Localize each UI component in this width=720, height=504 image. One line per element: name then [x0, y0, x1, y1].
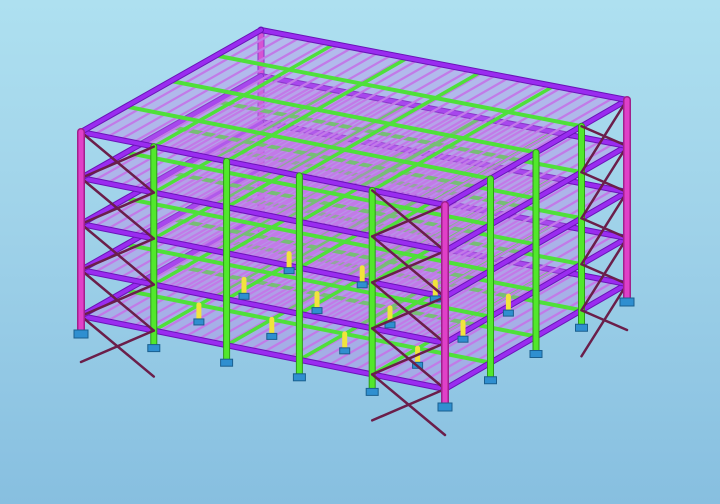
base-plate: [220, 358, 234, 367]
base-plate: [283, 267, 295, 275]
base-plate: [484, 376, 497, 385]
base-plate: [437, 402, 453, 412]
base-plate: [292, 373, 306, 382]
base-plate: [356, 281, 368, 289]
base-plate: [365, 387, 379, 396]
base-plate: [575, 323, 588, 332]
base-plate: [311, 307, 323, 315]
cross-brace: [370, 387, 447, 422]
base-plate: [266, 332, 278, 340]
structural-model-3d-view[interactable]: [0, 0, 720, 504]
base-plate: [147, 344, 161, 353]
base-plate: [73, 329, 89, 339]
base-plate: [457, 335, 469, 343]
base-plate: [238, 292, 250, 300]
model-viewport[interactable]: [0, 0, 720, 504]
base-plate: [619, 297, 635, 307]
base-plate: [529, 350, 543, 358]
cross-brace: [79, 329, 156, 364]
base-plate: [502, 309, 514, 317]
base-plate: [339, 347, 351, 355]
base-plate: [193, 318, 205, 326]
